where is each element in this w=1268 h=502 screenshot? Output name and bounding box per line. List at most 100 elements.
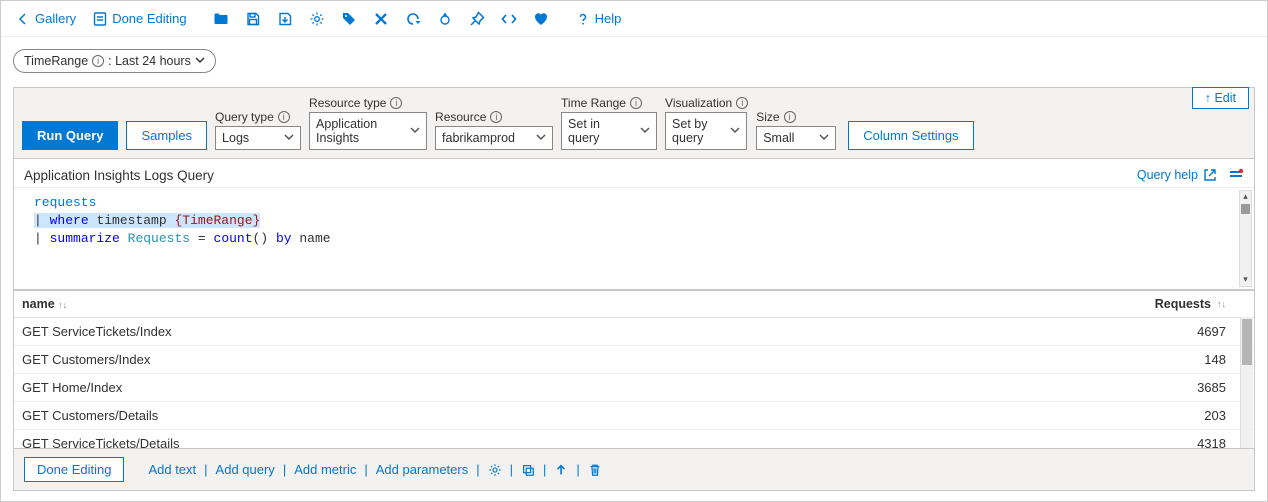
editor-scrollbar[interactable]: ▴▾ — [1239, 190, 1252, 287]
cell-name: GET ServiceTickets/Index — [14, 318, 1024, 345]
open-button[interactable] — [207, 7, 235, 31]
table-row[interactable]: GET Customers/Index148 — [14, 346, 1254, 374]
chevron-down-icon — [730, 124, 740, 138]
timerange-param[interactable]: TimeRange i : Last 24 hours — [13, 49, 216, 73]
info-icon: i — [736, 97, 748, 109]
resource-field: Resourcei fabrikamprod — [435, 110, 553, 150]
settings-footer-icon[interactable] — [488, 463, 502, 477]
query-editor-text[interactable]: requests | where timestamp {TimeRange} |… — [14, 188, 1254, 289]
table-row[interactable]: GET Customers/Details203 — [14, 402, 1254, 430]
table-row[interactable]: GET Home/Index3685 — [14, 374, 1254, 402]
step-footer: Done Editing Add text | Add query | Add … — [13, 449, 1255, 491]
done-editing-top-button[interactable]: Done Editing — [86, 7, 192, 31]
query-title: Application Insights Logs Query — [24, 168, 214, 183]
header-name[interactable]: name ↑↓ — [14, 291, 1024, 317]
results-body: GET ServiceTickets/Index4697GET Customer… — [14, 318, 1254, 449]
tag-button[interactable] — [335, 7, 363, 31]
chevron-down-icon — [640, 124, 650, 138]
cell-requests: 3685 — [1024, 374, 1254, 401]
cell-name: GET Home/Index — [14, 374, 1024, 401]
query-title-row: Application Insights Logs Query Query he… — [14, 159, 1254, 187]
undo-button[interactable] — [399, 7, 427, 31]
table-row[interactable]: GET ServiceTickets/Details4318 — [14, 430, 1254, 449]
time-range-dropdown[interactable]: Set in query — [561, 112, 657, 150]
time-range-field: Time Rangei Set in query — [561, 96, 657, 150]
info-icon: i — [92, 55, 104, 67]
undo-icon — [405, 11, 421, 27]
redo-button[interactable] — [431, 7, 459, 31]
done-editing-icon — [92, 11, 108, 27]
table-row[interactable]: GET ServiceTickets/Index4697 — [14, 318, 1254, 346]
info-icon: i — [630, 97, 642, 109]
samples-button[interactable]: Samples — [126, 121, 207, 150]
cell-name: GET Customers/Details — [14, 402, 1024, 429]
query-type-dropdown[interactable]: Logs — [215, 126, 301, 150]
query-editor[interactable]: requests | where timestamp {TimeRange} |… — [14, 187, 1254, 290]
query-type-field: Query typei Logs — [215, 110, 301, 150]
chevron-down-icon — [819, 131, 829, 145]
results-table: name ↑↓ Requests ↑↓ GET ServiceTickets/I… — [13, 291, 1255, 449]
gallery-button[interactable]: Gallery — [9, 7, 82, 31]
add-text-link[interactable]: Add text — [148, 462, 196, 477]
sort-icon: ↑↓ — [1217, 299, 1226, 309]
redo-icon — [437, 11, 453, 27]
query-config-bar: Run Query Samples Query typei Logs Resou… — [14, 88, 1254, 159]
add-metric-link[interactable]: Add metric — [294, 462, 356, 477]
save-icon — [245, 11, 261, 27]
done-editing-top-label: Done Editing — [112, 11, 186, 26]
resource-dropdown[interactable]: fabrikamprod — [435, 126, 553, 150]
gallery-label: Gallery — [35, 11, 76, 26]
run-query-button[interactable]: Run Query — [22, 121, 118, 150]
info-icon: i — [390, 97, 402, 109]
delete-button[interactable] — [367, 7, 395, 31]
x-icon — [373, 11, 389, 27]
resource-type-dropdown[interactable]: Application Insights — [309, 112, 427, 150]
column-settings-button[interactable]: Column Settings — [848, 121, 973, 150]
save-button[interactable] — [239, 7, 267, 31]
query-help-link[interactable]: Query help — [1137, 167, 1218, 183]
help-icon — [575, 11, 591, 27]
save-as-button[interactable] — [271, 7, 299, 31]
edit-step-button[interactable]: ↑ Edit — [1192, 87, 1249, 109]
add-query-link[interactable]: Add query — [216, 462, 275, 477]
header-requests[interactable]: Requests ↑↓ — [1024, 291, 1254, 317]
top-toolbar: Gallery Done Editing Help — [1, 1, 1267, 37]
parameters-row: TimeRange i : Last 24 hours — [1, 37, 1267, 79]
external-link-icon — [1202, 167, 1218, 183]
pin-button[interactable] — [463, 7, 491, 31]
timerange-label: TimeRange — [24, 54, 88, 68]
heart-icon — [533, 11, 549, 27]
chevron-down-icon — [536, 131, 546, 145]
folder-icon — [213, 11, 229, 27]
visualization-dropdown[interactable]: Set by query — [665, 112, 747, 150]
code-button[interactable] — [495, 7, 523, 31]
info-icon: i — [784, 111, 796, 123]
size-dropdown[interactable]: Small — [756, 126, 836, 150]
cell-requests: 4697 — [1024, 318, 1254, 345]
info-icon: i — [278, 111, 290, 123]
code-icon — [501, 11, 517, 27]
info-icon: i — [490, 111, 502, 123]
cell-name: GET ServiceTickets/Details — [14, 430, 1024, 449]
favorite-button[interactable] — [527, 7, 555, 31]
intellisense-icon[interactable] — [1228, 167, 1244, 183]
chevron-down-icon — [284, 131, 294, 145]
arrow-left-icon — [15, 11, 31, 27]
done-editing-footer-button[interactable]: Done Editing — [24, 457, 124, 482]
chevron-down-icon — [195, 54, 205, 68]
save-as-icon — [277, 11, 293, 27]
add-parameters-link[interactable]: Add parameters — [376, 462, 469, 477]
workbook-editor: Gallery Done Editing Help TimeRange i — [0, 0, 1268, 502]
sort-icon: ↑↓ — [58, 300, 67, 310]
settings-button[interactable] — [303, 7, 331, 31]
chevron-down-icon — [410, 124, 420, 138]
timerange-value: : Last 24 hours — [108, 54, 191, 68]
query-step-panel: Run Query Samples Query typei Logs Resou… — [13, 87, 1255, 291]
results-scrollbar[interactable] — [1240, 317, 1253, 448]
pin-icon — [469, 11, 485, 27]
clone-footer-icon[interactable] — [521, 463, 535, 477]
tag-icon — [341, 11, 357, 27]
help-button[interactable]: Help — [569, 7, 628, 31]
move-up-footer-icon[interactable] — [554, 463, 568, 477]
delete-footer-icon[interactable] — [588, 463, 602, 477]
